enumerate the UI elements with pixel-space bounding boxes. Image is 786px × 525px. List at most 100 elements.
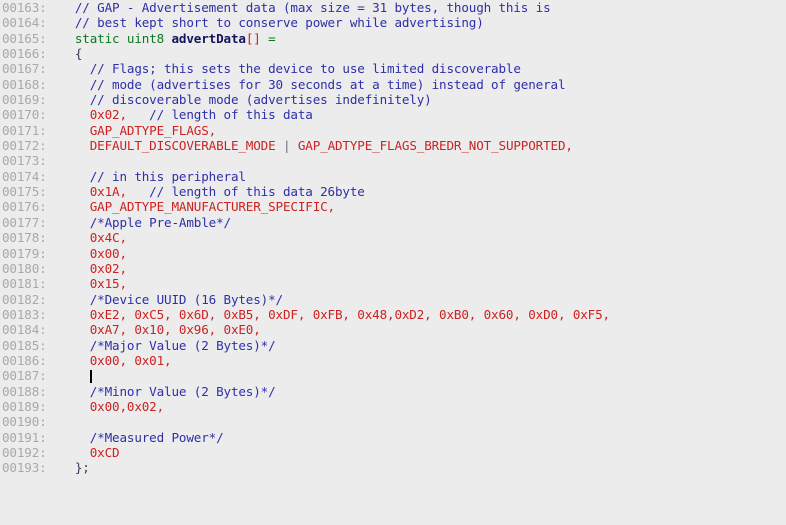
code-line[interactable]: 00165: static uint8 advertData[] = <box>0 31 786 46</box>
code-line-content[interactable]: 0x02, // length of this data <box>60 107 313 122</box>
code-line-content[interactable]: /*Major Value (2 Bytes)*/ <box>60 338 276 353</box>
code-line-content[interactable]: }; <box>60 460 90 475</box>
line-number: 00190: <box>2 414 47 430</box>
code-line[interactable]: 00188: /*Minor Value (2 Bytes)*/ <box>0 384 786 399</box>
code-lines-container[interactable]: 00163: // GAP - Advertisement data (max … <box>0 0 786 476</box>
code-line-content[interactable]: 0xE2, 0xC5, 0x6D, 0xB5, 0xDF, 0xFB, 0x48… <box>60 307 610 322</box>
line-number: 00171: <box>2 122 47 138</box>
code-line[interactable]: 00175: 0x1A, // length of this data 26by… <box>0 184 786 199</box>
code-line[interactable]: 00174: // in this peripheral <box>0 169 786 184</box>
code-line[interactable]: 00180: 0x02, <box>0 261 786 276</box>
code-line-content[interactable]: // discoverable mode (advertises indefin… <box>60 92 432 107</box>
code-line[interactable]: 00173: <box>0 153 786 168</box>
token-cmt: // in this peripheral <box>60 168 246 184</box>
code-line-content[interactable]: 0x1A, // length of this data 26byte <box>60 184 365 199</box>
token-kw: static uint8 <box>74 30 165 46</box>
line-number: 00182: <box>2 291 47 307</box>
line-number: 00172: <box>2 138 47 154</box>
code-line-content[interactable]: /*Measured Power*/ <box>60 430 224 445</box>
line-number: 00181: <box>2 276 47 292</box>
line-number: 00168: <box>2 76 47 92</box>
token-num: 0x00,0x02, <box>60 398 165 414</box>
code-line-content[interactable]: // GAP - Advertisement data (max size = … <box>60 0 551 15</box>
code-line[interactable]: 00193: }; <box>0 460 786 475</box>
code-line-content[interactable]: /*Apple Pre-Amble*/ <box>60 215 231 230</box>
line-number: 00188: <box>2 383 47 399</box>
code-line-content[interactable]: 0xA7, 0x10, 0x96, 0xE0, <box>60 322 261 337</box>
line-number: 00175: <box>2 184 47 200</box>
code-line-content[interactable]: // mode (advertises for 30 seconds at a … <box>60 76 566 92</box>
token-num: 0x02, <box>60 260 127 276</box>
code-line[interactable]: 00172: DEFAULT_DISCOVERABLE_MODE | GAP_A… <box>0 138 786 153</box>
token-num: 0x02, <box>60 107 127 123</box>
token-cmt: /*Measured Power*/ <box>60 429 224 445</box>
token-cmt: // mode (advertises for 30 seconds at a … <box>60 76 566 92</box>
code-line-content[interactable]: GAP_ADTYPE_FLAGS, <box>60 123 217 138</box>
code-line[interactable]: 00178: 0x4C, <box>0 230 786 245</box>
token-cmt: // length of this data <box>126 107 313 123</box>
code-line[interactable]: 00185: /*Major Value (2 Bytes)*/ <box>0 338 786 353</box>
code-line[interactable]: 00171: GAP_ADTYPE_FLAGS, <box>0 123 786 138</box>
code-line-content[interactable]: 0x00,0x02, <box>60 399 164 414</box>
code-line-content[interactable]: 0xCD <box>60 445 120 460</box>
token-num: 0x1A, <box>60 184 127 200</box>
code-line-content[interactable] <box>60 368 92 384</box>
line-number: 00180: <box>2 260 47 276</box>
line-number: 00191: <box>2 429 47 445</box>
line-number: 00163: <box>2 0 47 15</box>
code-line[interactable]: 00182: /*Device UUID (16 Bytes)*/ <box>0 292 786 307</box>
code-editor[interactable]: 00163: // GAP - Advertisement data (max … <box>0 0 786 525</box>
token-cmt: // GAP - Advertisement data (max size = … <box>60 0 551 15</box>
code-line-content[interactable]: GAP_ADTYPE_MANUFACTURER_SPECIFIC, <box>60 199 335 214</box>
line-number: 00186: <box>2 352 47 368</box>
token-num: 0xE2, 0xC5, 0x6D, 0xB5, 0xDF, 0xFB, 0x48… <box>60 306 610 322</box>
line-number: 00178: <box>2 230 47 246</box>
code-line[interactable]: 00184: 0xA7, 0x10, 0x96, 0xE0, <box>0 322 786 337</box>
code-line-content[interactable]: /*Minor Value (2 Bytes)*/ <box>60 384 276 399</box>
code-line-content[interactable]: static uint8 advertData[] = <box>60 31 276 46</box>
token-num: [] <box>245 30 261 46</box>
token-id: advertData <box>171 30 246 46</box>
code-line-content[interactable]: 0x00, 0x01, <box>60 353 172 368</box>
code-line-content[interactable]: { <box>60 46 83 61</box>
code-line-content[interactable]: // best kept short to conserve power whi… <box>60 15 484 30</box>
code-line[interactable]: 00186: 0x00, 0x01, <box>0 353 786 368</box>
code-line[interactable]: 00169: // discoverable mode (advertises … <box>0 92 786 107</box>
code-line[interactable]: 00176: GAP_ADTYPE_MANUFACTURER_SPECIFIC, <box>0 199 786 214</box>
code-line-content[interactable]: /*Device UUID (16 Bytes)*/ <box>60 292 283 307</box>
code-line-content[interactable]: DEFAULT_DISCOVERABLE_MODE | GAP_ADTYPE_F… <box>60 138 573 153</box>
code-line[interactable]: 00177: /*Apple Pre-Amble*/ <box>0 215 786 230</box>
line-number: 00165: <box>2 30 47 46</box>
code-line-content[interactable]: // in this peripheral <box>60 169 246 184</box>
code-line-content[interactable]: 0x02, <box>60 261 127 276</box>
code-line[interactable]: 00166: { <box>0 46 786 61</box>
code-line[interactable]: 00183: 0xE2, 0xC5, 0x6D, 0xB5, 0xDF, 0xF… <box>0 307 786 322</box>
token-cmt: // length of this data 26byte <box>126 184 365 200</box>
code-line-content[interactable]: 0x00, <box>60 246 127 261</box>
code-line[interactable]: 00170: 0x02, // length of this data <box>0 107 786 122</box>
code-line-content[interactable]: 0x15, <box>60 276 127 291</box>
code-line[interactable]: 00163: // GAP - Advertisement data (max … <box>0 0 786 15</box>
token-cmt: // best kept short to conserve power whi… <box>60 15 484 31</box>
line-number: 00170: <box>2 107 47 123</box>
line-number: 00167: <box>2 61 47 77</box>
code-line[interactable]: 00168: // mode (advertises for 30 second… <box>0 77 786 92</box>
code-line[interactable]: 00179: 0x00, <box>0 246 786 261</box>
code-line[interactable]: 00192: 0xCD <box>0 445 786 460</box>
code-line[interactable]: 00190: <box>0 414 786 429</box>
code-line[interactable]: 00191: /*Measured Power*/ <box>0 430 786 445</box>
code-line-content[interactable]: // Flags; this sets the device to use li… <box>60 61 521 76</box>
code-line[interactable]: 00181: 0x15, <box>0 276 786 291</box>
token-num: 0xA7, 0x10, 0x96, 0xE0, <box>60 322 261 338</box>
line-number: 00169: <box>2 92 47 108</box>
code-line[interactable]: 00187: <box>0 368 786 384</box>
code-line[interactable]: 00189: 0x00,0x02, <box>0 399 786 414</box>
token-num: 0x15, <box>60 276 127 292</box>
code-line[interactable]: 00164: // best kept short to conserve po… <box>0 15 786 30</box>
code-line[interactable]: 00167: // Flags; this sets the device to… <box>0 61 786 76</box>
code-line-content[interactable]: 0x4C, <box>60 230 127 245</box>
